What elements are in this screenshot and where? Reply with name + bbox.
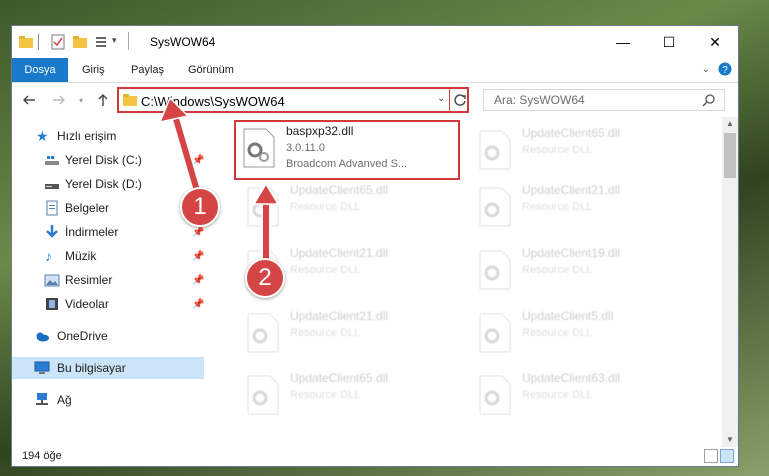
- step-badge-2: 2: [245, 258, 285, 298]
- arrow-2: [252, 182, 280, 267]
- annotation-arrows: [158, 96, 280, 267]
- arrow-1: [158, 96, 203, 199]
- step-badge-1: 1: [180, 187, 220, 227]
